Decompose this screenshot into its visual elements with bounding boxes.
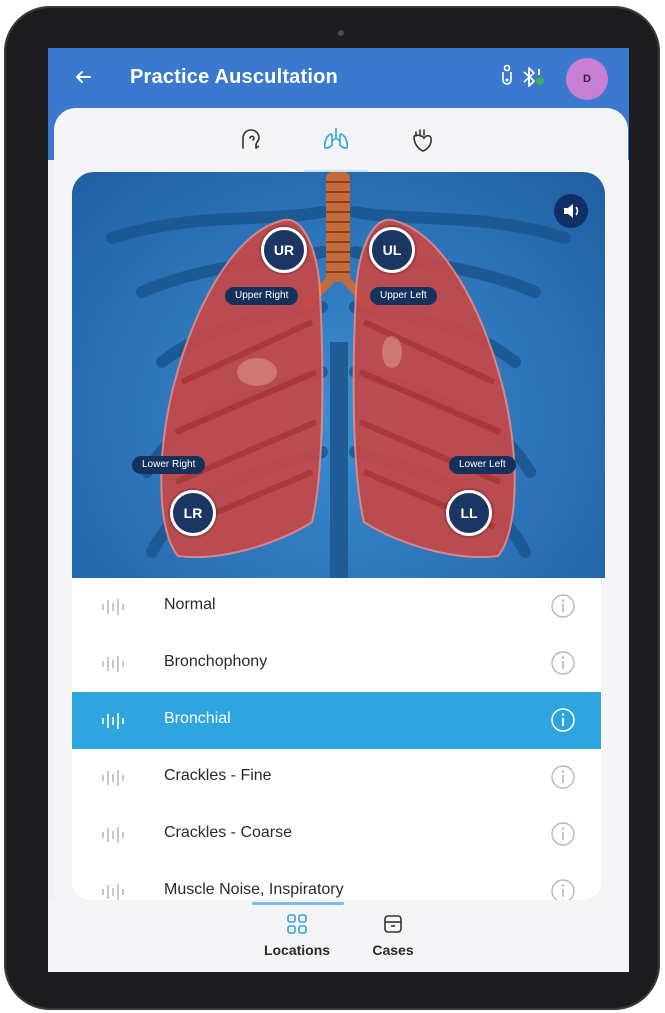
lungs-illustration [106,172,571,578]
sound-label: Crackles - Fine [164,767,272,784]
waveform-icon [102,827,124,843]
sound-label: Normal [164,596,216,613]
sound-list: Normal Bronchophony Bronchial Crackles -… [72,578,601,900]
sound-row-bronchial[interactable]: Bronchial [72,692,601,750]
head-ear-icon[interactable] [230,120,270,160]
sound-row-muscle-noise-inspiratory[interactable]: Muscle Noise, Inspiratory [72,863,601,900]
waveform-icon [102,713,124,729]
active-tab-indicator [252,902,344,905]
sound-label: Bronchial [164,710,231,727]
location-label-lower-right: Lower Right [132,456,206,474]
page-title: Practice Auscultation [130,66,338,88]
bottom-navigation: Locations Cases [48,900,629,972]
sound-row-normal[interactable]: Normal [72,578,601,636]
location-label-upper-right: Upper Right [225,287,299,305]
stethoscope-icon[interactable] [498,64,516,88]
lungs-3d-view: UR UL Upper Right Upper Left Lower Right… [72,172,605,578]
info-icon[interactable] [550,764,576,790]
back-arrow-icon[interactable] [70,64,96,90]
waveform-icon [102,884,124,900]
info-icon[interactable] [550,593,576,619]
info-icon[interactable] [550,821,576,847]
sound-label: Crackles - Coarse [164,824,293,841]
sound-row-bronchophony[interactable]: Bronchophony [72,635,601,693]
front-camera [338,30,344,36]
app-screen: Practice Auscultation D UR UL Upper Righ… [48,48,629,972]
speaker-icon [564,204,579,218]
tab-label: Locations [263,942,331,958]
lungs-icon[interactable] [316,120,356,160]
location-marker-ur[interactable]: UR [261,227,307,273]
sound-toggle-button[interactable] [554,194,588,228]
info-icon[interactable] [550,650,576,676]
bluetooth-connected-icon[interactable] [520,64,546,90]
info-icon[interactable] [550,878,576,900]
waveform-icon [102,770,124,786]
location-marker-ul[interactable]: UL [369,227,415,273]
tab-locations[interactable]: Locations [252,912,342,968]
heart-icon[interactable] [402,120,442,160]
archive-box-icon [384,915,402,933]
tab-label: Cases [372,942,414,958]
sound-label: Bronchophony [164,653,268,670]
sound-row-crackles-fine[interactable]: Crackles - Fine [72,749,601,807]
mode-selector [48,120,629,166]
waveform-icon [102,656,124,672]
location-marker-ll[interactable]: LL [446,490,492,536]
info-icon[interactable] [550,707,576,733]
sound-row-crackles-coarse[interactable]: Crackles - Coarse [72,806,601,864]
grid-icon [287,914,307,934]
location-label-lower-left: Lower Left [449,456,516,474]
location-label-upper-left: Upper Left [370,287,437,305]
user-avatar[interactable]: D [566,58,608,100]
sound-label: Muscle Noise, Inspiratory [164,881,344,898]
waveform-icon [102,599,124,615]
location-marker-lr[interactable]: LR [170,490,216,536]
tab-cases[interactable]: Cases [348,912,438,968]
